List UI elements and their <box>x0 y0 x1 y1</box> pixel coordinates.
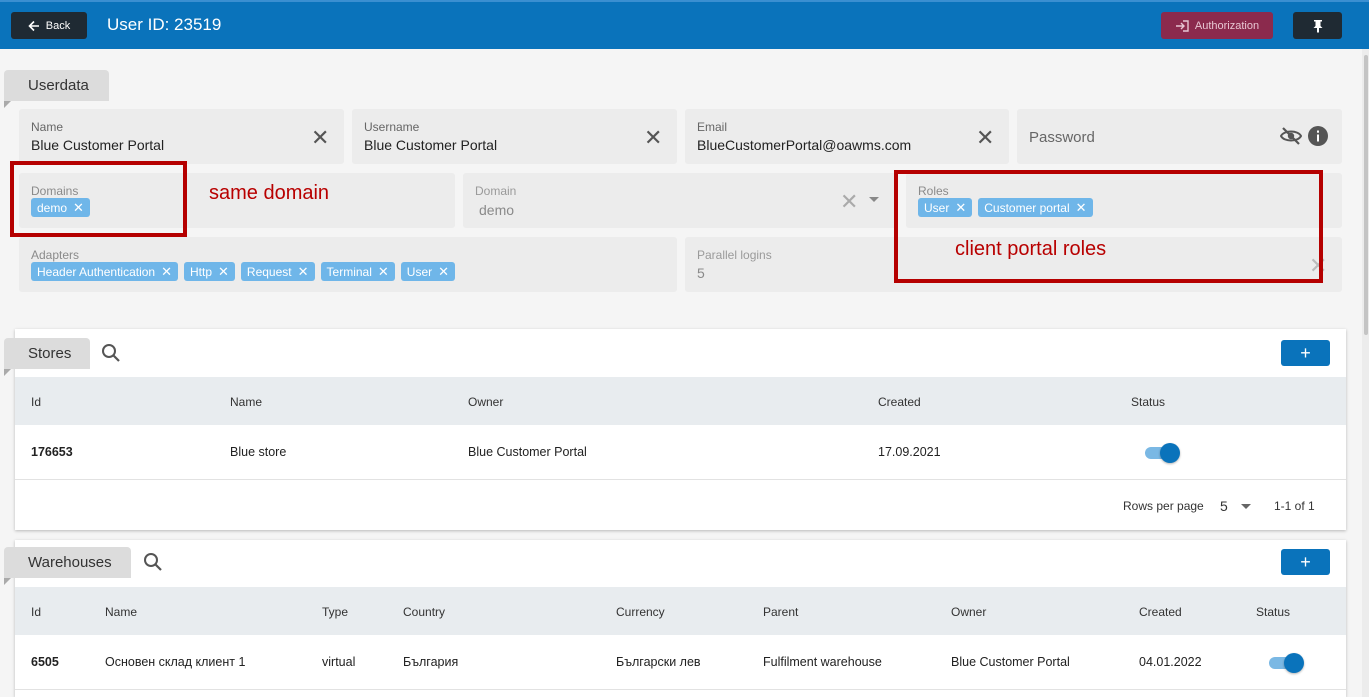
column-header[interactable]: Created <box>1139 605 1182 619</box>
top-bar: Back User ID: 23519 Authorization <box>0 0 1369 49</box>
status-toggle[interactable] <box>1267 652 1304 673</box>
warehouse-created: 04.01.2022 <box>1139 655 1202 669</box>
warehouse-owner: Blue Customer Portal <box>951 655 1070 669</box>
name-value: Blue Customer Portal <box>31 137 165 153</box>
column-header[interactable]: Country <box>403 605 445 619</box>
password-field[interactable]: Password <box>1017 109 1342 164</box>
adapter-chip[interactable]: Terminal ✕ <box>320 262 395 281</box>
column-header[interactable]: Created <box>878 395 921 409</box>
remove-chip-icon[interactable]: ✕ <box>438 264 449 280</box>
store-created: 17.09.2021 <box>878 445 941 459</box>
adapter-chip[interactable]: Header Authentication ✕ <box>31 262 178 281</box>
page-title: User ID: 23519 <box>107 15 222 34</box>
table-row[interactable]: 176653 Blue store Blue Customer Portal 1… <box>15 425 1346 480</box>
column-header[interactable]: Id <box>31 605 41 619</box>
adapter-chip[interactable]: Http ✕ <box>184 262 235 281</box>
clear-icon[interactable]: ✕ <box>976 127 994 149</box>
column-header[interactable]: Owner <box>468 395 503 409</box>
status-toggle[interactable] <box>1143 442 1180 463</box>
annotation-box-domains <box>10 161 187 237</box>
username-label: Username <box>364 120 420 134</box>
adapters-label: Adapters <box>31 248 80 262</box>
back-label: Back <box>45 19 71 32</box>
domain-label: Domain <box>475 184 517 198</box>
warehouse-currency: Български лев <box>616 655 701 669</box>
annotation-client-portal-roles: client portal roles <box>955 238 1107 260</box>
stores-table-header: Id Name Owner Created Status <box>15 377 1346 425</box>
store-name: Blue store <box>230 445 287 459</box>
warehouse-type: virtual <box>322 655 356 669</box>
column-header[interactable]: Type <box>322 605 348 619</box>
column-header[interactable]: Name <box>105 605 137 619</box>
login-icon <box>1175 19 1189 32</box>
domain-select[interactable]: Domain demo ✕ <box>463 173 897 228</box>
column-header[interactable]: Status <box>1256 605 1290 619</box>
table-row[interactable]: 6505 Основен склад клиент 1 virtual Бълг… <box>15 635 1346 690</box>
adapter-chip[interactable]: User ✕ <box>400 262 456 281</box>
remove-chip-icon[interactable]: ✕ <box>298 264 309 280</box>
search-icon[interactable] <box>143 552 163 572</box>
adapter-chip[interactable]: Request ✕ <box>240 262 315 281</box>
store-owner: Blue Customer Portal <box>468 445 587 459</box>
authorization-button[interactable]: Authorization <box>1161 12 1273 39</box>
column-header[interactable]: Currency <box>616 605 665 619</box>
column-header[interactable]: Parent <box>763 605 798 619</box>
pin-button[interactable] <box>1293 12 1342 39</box>
warehouses-section-tab: Warehouses <box>4 547 131 585</box>
email-value: BlueCustomerPortal@oawms.com <box>697 137 912 153</box>
pagination-range: 1-1 of 1 <box>1274 499 1315 513</box>
rows-per-page-select[interactable]: 5 <box>1220 498 1228 514</box>
username-value: Blue Customer Portal <box>364 137 498 153</box>
remove-chip-icon[interactable]: ✕ <box>218 264 229 280</box>
stores-card: Id Name Owner Created Status 176653 Blue… <box>15 329 1346 530</box>
userdata-title: Userdata <box>28 77 89 94</box>
column-header[interactable]: Owner <box>951 605 986 619</box>
parallel-logins-value: 5 <box>697 265 705 281</box>
warehouse-parent: Fulfilment warehouse <box>763 655 882 669</box>
warehouses-title: Warehouses <box>28 554 112 571</box>
warehouses-card: Id Name Type Country Currency Parent Own… <box>15 540 1346 697</box>
warehouses-table-header: Id Name Type Country Currency Parent Own… <box>15 587 1346 635</box>
name-label: Name <box>31 120 64 134</box>
email-label: Email <box>697 120 728 134</box>
pin-icon <box>1313 19 1322 32</box>
clear-icon[interactable]: ✕ <box>644 127 662 149</box>
stores-title: Stores <box>28 345 72 362</box>
add-warehouse-button[interactable]: + <box>1281 549 1330 575</box>
adapters-chips: Header Authentication ✕ Http ✕ Request ✕ Te… <box>31 262 457 281</box>
password-placeholder: Password <box>1029 129 1095 146</box>
search-icon[interactable] <box>101 343 121 363</box>
email-field[interactable]: Email BlueCustomerPortal@oawms.com ✕ <box>685 109 1009 164</box>
authorization-label: Authorization <box>1194 19 1260 32</box>
domain-value: demo <box>479 202 515 218</box>
chevron-down-icon[interactable] <box>1241 504 1251 509</box>
back-button[interactable]: Back <box>11 12 87 39</box>
scrollbar-thumb[interactable] <box>1364 55 1368 335</box>
column-header[interactable]: Status <box>1131 395 1165 409</box>
arrow-left-icon <box>28 20 39 31</box>
warehouse-id: 6505 <box>31 655 59 669</box>
column-header[interactable]: Name <box>230 395 262 409</box>
warehouse-country: България <box>403 655 459 669</box>
adapters-field[interactable]: Adapters Header Authentication ✕ Http ✕ Re… <box>19 237 677 292</box>
add-store-button[interactable]: + <box>1281 340 1330 366</box>
annotation-same-domain: same domain <box>209 182 330 204</box>
clear-icon[interactable]: ✕ <box>311 127 329 149</box>
store-id: 176653 <box>31 445 73 459</box>
annotation-box-roles <box>894 170 1323 283</box>
remove-chip-icon[interactable]: ✕ <box>161 264 172 280</box>
name-field[interactable]: Name Blue Customer Portal ✕ <box>19 109 344 164</box>
username-field[interactable]: Username Blue Customer Portal ✕ <box>352 109 677 164</box>
warehouse-name: Основен склад клиент 1 <box>105 655 246 669</box>
stores-section-tab: Stores <box>4 338 90 376</box>
info-icon[interactable] <box>1308 126 1328 146</box>
column-header[interactable]: Id <box>31 395 41 409</box>
clear-icon[interactable]: ✕ <box>840 191 858 213</box>
userdata-section-tab: Userdata <box>4 70 109 108</box>
rows-per-page-label: Rows per page <box>1123 499 1204 513</box>
eye-off-icon[interactable] <box>1280 127 1302 145</box>
parallel-logins-label: Parallel logins <box>697 248 772 262</box>
chevron-down-icon[interactable] <box>869 197 879 202</box>
remove-chip-icon[interactable]: ✕ <box>378 264 389 280</box>
